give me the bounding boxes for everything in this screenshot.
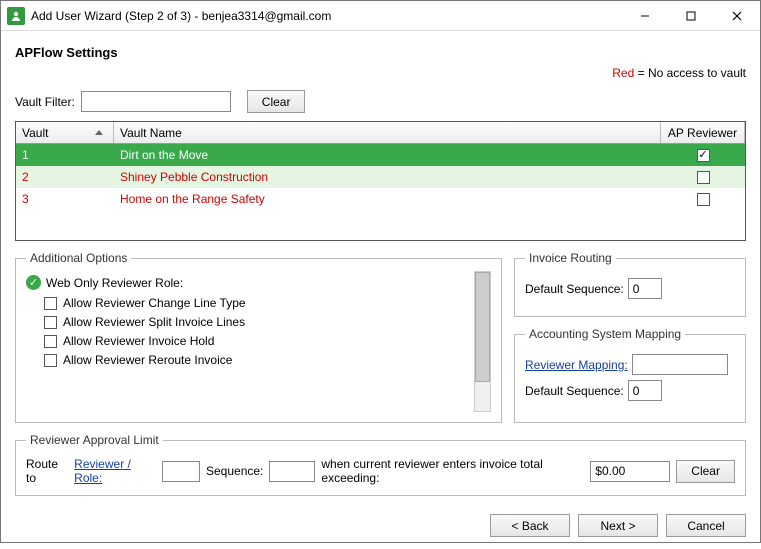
- additional-options-legend: Additional Options: [26, 251, 131, 265]
- window-title: Add User Wizard (Step 2 of 3) - benjea33…: [31, 9, 622, 23]
- when-exceeding-label: when current reviewer enters invoice tot…: [321, 457, 584, 485]
- sort-asc-icon: [95, 130, 103, 135]
- titlebar: Add User Wizard (Step 2 of 3) - benjea33…: [1, 1, 760, 31]
- cancel-button[interactable]: Cancel: [666, 514, 746, 537]
- limit-sequence-input[interactable]: [269, 461, 315, 482]
- web-only-reviewer-role: ✓ Web Only Reviewer Role:: [26, 275, 468, 290]
- option-label: Allow Reviewer Change Line Type: [63, 296, 246, 310]
- option-label: Allow Reviewer Reroute Invoice: [63, 353, 232, 367]
- default-sequence-label: Default Sequence:: [525, 282, 624, 296]
- accounting-mapping-legend: Accounting System Mapping: [525, 327, 685, 341]
- cell-vault: 2: [16, 166, 114, 188]
- reviewer-mapping-input[interactable]: [632, 354, 728, 375]
- option-label: Allow Reviewer Invoice Hold: [63, 334, 214, 348]
- wizard-window: Add User Wizard (Step 2 of 3) - benjea33…: [0, 0, 761, 543]
- table-row[interactable]: 1 Dirt on the Move: [16, 144, 745, 166]
- allow-change-line-type-checkbox[interactable]: [44, 297, 57, 310]
- table-row[interactable]: 3 Home on the Range Safety: [16, 188, 745, 210]
- allow-reroute-invoice-checkbox[interactable]: [44, 354, 57, 367]
- vault-filter-input[interactable]: [81, 91, 231, 112]
- page-title: APFlow Settings: [15, 45, 746, 60]
- mapping-default-sequence-label: Default Sequence:: [525, 384, 624, 398]
- access-legend: Red = No access to vault: [15, 66, 746, 80]
- cell-vault: 3: [16, 188, 114, 210]
- cell-vault-name: Dirt on the Move: [114, 144, 661, 166]
- legend-red-meaning: = No access to vault: [634, 66, 746, 80]
- filter-row: Vault Filter: Clear: [15, 90, 746, 113]
- next-button[interactable]: Next >: [578, 514, 658, 537]
- limit-amount-input[interactable]: [590, 461, 670, 482]
- content-area: APFlow Settings Red = No access to vault…: [1, 31, 760, 506]
- reviewer-approval-limit-group: Reviewer Approval Limit Route to Reviewe…: [15, 433, 746, 496]
- ap-reviewer-checkbox[interactable]: [697, 171, 710, 184]
- reviewer-mapping-link[interactable]: Reviewer Mapping:: [525, 358, 628, 372]
- clear-limit-button[interactable]: Clear: [676, 460, 735, 483]
- col-header-ap-reviewer[interactable]: AP Reviewer: [661, 122, 745, 143]
- additional-options-group: Additional Options ✓ Web Only Reviewer R…: [15, 251, 502, 423]
- vault-grid: Vault Vault Name AP Reviewer 1 Dirt on t…: [15, 121, 746, 241]
- table-row[interactable]: 2 Shiney Pebble Construction: [16, 166, 745, 188]
- allow-invoice-hold-checkbox[interactable]: [44, 335, 57, 348]
- route-to-input[interactable]: [162, 461, 200, 482]
- close-button[interactable]: [714, 1, 760, 31]
- maximize-button[interactable]: [668, 1, 714, 31]
- legend-red-label: Red: [612, 66, 634, 80]
- cell-vault-name: Shiney Pebble Construction: [114, 166, 661, 188]
- scrollbar-thumb[interactable]: [475, 272, 490, 382]
- sequence-label: Sequence:: [206, 464, 263, 478]
- checkmark-icon: ✓: [26, 275, 41, 290]
- invoice-routing-group: Invoice Routing Default Sequence:: [514, 251, 746, 317]
- invoice-routing-legend: Invoice Routing: [525, 251, 616, 265]
- route-to-label: Route to: [26, 457, 68, 485]
- option-label: Allow Reviewer Split Invoice Lines: [63, 315, 245, 329]
- cell-vault: 1: [16, 144, 114, 166]
- col-header-vault-name[interactable]: Vault Name: [114, 122, 661, 143]
- cell-vault-name: Home on the Range Safety: [114, 188, 661, 210]
- app-icon: [7, 7, 25, 25]
- ap-reviewer-checkbox[interactable]: [697, 193, 710, 206]
- options-scrollbar[interactable]: [474, 271, 491, 412]
- grid-header: Vault Vault Name AP Reviewer: [16, 122, 745, 144]
- reviewer-role-link[interactable]: Reviewer / Role:: [74, 457, 156, 485]
- allow-split-invoice-lines-checkbox[interactable]: [44, 316, 57, 329]
- mapping-default-sequence-input[interactable]: [628, 380, 662, 401]
- ap-reviewer-checkbox[interactable]: [697, 149, 710, 162]
- routing-default-sequence-input[interactable]: [628, 278, 662, 299]
- mid-row: Additional Options ✓ Web Only Reviewer R…: [15, 251, 746, 423]
- clear-filter-button[interactable]: Clear: [247, 90, 306, 113]
- back-button[interactable]: < Back: [490, 514, 570, 537]
- vault-filter-label: Vault Filter:: [15, 95, 75, 109]
- col-header-vault[interactable]: Vault: [16, 122, 114, 143]
- reviewer-approval-limit-legend: Reviewer Approval Limit: [26, 433, 163, 447]
- accounting-mapping-group: Accounting System Mapping Reviewer Mappi…: [514, 327, 746, 423]
- minimize-button[interactable]: [622, 1, 668, 31]
